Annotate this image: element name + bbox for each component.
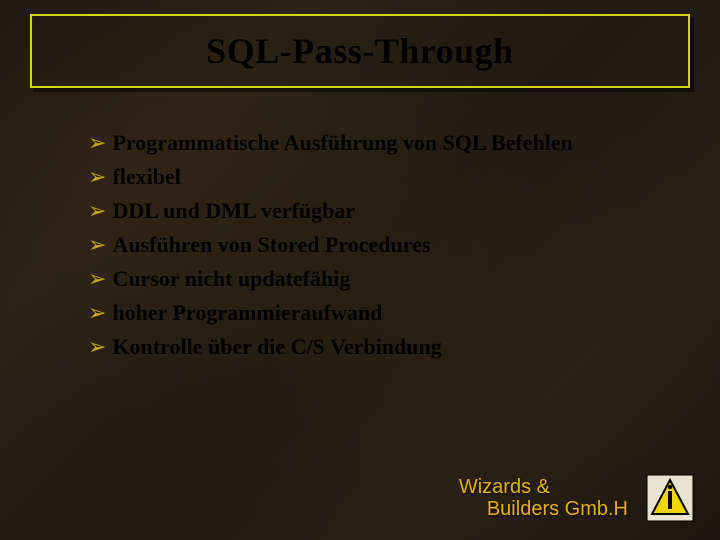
bullet-text: Ausführen von Stored Procedures xyxy=(112,230,430,260)
list-item: ➢ DDL und DML verfügbar xyxy=(88,196,680,226)
list-item: ➢ Programmatische Ausführung von SQL Bef… xyxy=(88,128,680,158)
bullet-icon: ➢ xyxy=(88,264,106,294)
list-item: ➢ Cursor nicht updatefähig xyxy=(88,264,680,294)
bullet-list: ➢ Programmatische Ausführung von SQL Bef… xyxy=(88,128,680,366)
list-item: ➢ flexibel xyxy=(88,162,680,192)
slide-title: SQL-Pass-Through xyxy=(206,30,513,72)
bullet-text: hoher Programmieraufwand xyxy=(112,298,382,328)
footer-line1: Wizards & xyxy=(459,476,628,498)
list-item: ➢ hoher Programmieraufwand xyxy=(88,298,680,328)
footer-company: Wizards & Builders Gmb.H xyxy=(459,476,628,520)
bullet-icon: ➢ xyxy=(88,298,106,328)
footer-line2: Builders Gmb.H xyxy=(459,498,628,520)
bullet-text: flexibel xyxy=(112,162,180,192)
bullet-icon: ➢ xyxy=(88,128,106,158)
company-logo-icon xyxy=(646,474,694,522)
bullet-icon: ➢ xyxy=(88,332,106,362)
bullet-icon: ➢ xyxy=(88,162,106,192)
bullet-icon: ➢ xyxy=(88,196,106,226)
bullet-text: DDL und DML verfügbar xyxy=(112,196,355,226)
bullet-text: Kontrolle über die C/S Verbindung xyxy=(112,332,441,362)
footer: Wizards & Builders Gmb.H xyxy=(459,474,694,522)
title-container: SQL-Pass-Through xyxy=(30,14,690,88)
bullet-text: Programmatische Ausführung von SQL Befeh… xyxy=(112,128,572,158)
bullet-text: Cursor nicht updatefähig xyxy=(112,264,350,294)
list-item: ➢ Ausführen von Stored Procedures xyxy=(88,230,680,260)
list-item: ➢ Kontrolle über die C/S Verbindung xyxy=(88,332,680,362)
bullet-icon: ➢ xyxy=(88,230,106,260)
